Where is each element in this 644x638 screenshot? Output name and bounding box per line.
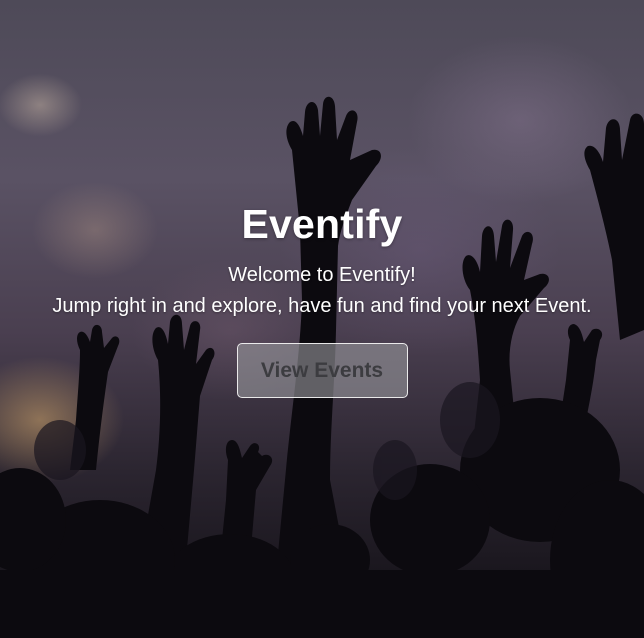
hero-content: Eventify Welcome to Eventify! Jump right…: [0, 198, 644, 398]
hero-subtitle: Welcome to Eventify!: [228, 264, 416, 286]
hero-title: Eventify: [241, 201, 403, 247]
view-events-button[interactable]: View Events: [236, 343, 408, 398]
hero-tagline: Jump right in and explore, have fun and …: [52, 295, 592, 317]
hero-section: Eventify Welcome to Eventify! Jump right…: [0, 0, 644, 638]
